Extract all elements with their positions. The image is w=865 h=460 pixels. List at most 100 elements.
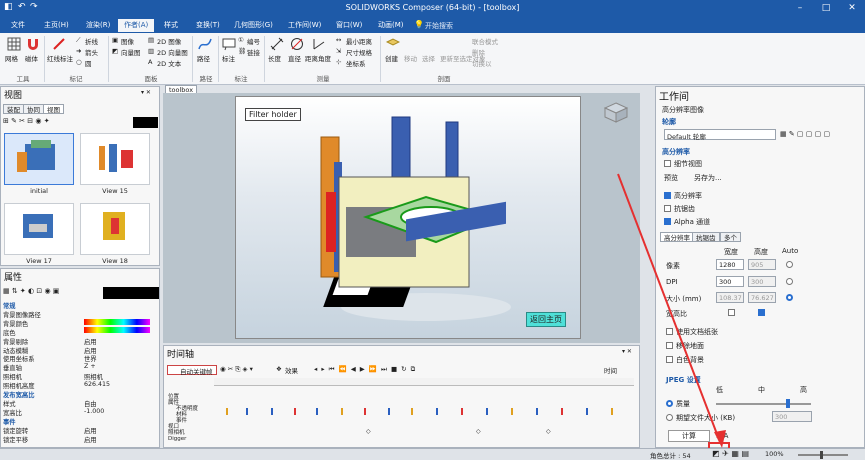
- base-color-swatch[interactable]: [84, 327, 150, 333]
- event-marker[interactable]: ◇: [476, 428, 481, 435]
- keyframe[interactable]: [461, 408, 463, 415]
- view-cube-icon[interactable]: [603, 101, 629, 123]
- grid-icon[interactable]: [7, 37, 21, 51]
- property-value[interactable]: 启用: [84, 435, 97, 444]
- image-button[interactable]: 图像: [121, 36, 134, 46]
- redline-icon[interactable]: [52, 37, 66, 51]
- detail-view-checkbox[interactable]: [664, 160, 671, 167]
- effects-icon[interactable]: ❖: [276, 365, 282, 375]
- quality-slider-thumb[interactable]: [786, 399, 790, 408]
- keyframe[interactable]: [411, 408, 413, 415]
- menu-home[interactable]: 主页(H): [38, 19, 75, 32]
- min-distance-icon[interactable]: ↔: [336, 36, 341, 44]
- auto-dpi-radio[interactable]: [786, 278, 793, 285]
- search-box[interactable]: 开始搜索: [425, 21, 453, 31]
- create-cut-button[interactable]: 创建: [385, 53, 398, 63]
- keyframe[interactable]: [536, 408, 538, 415]
- zoom-slider[interactable]: [798, 454, 848, 456]
- min-distance-button[interactable]: 最小距离: [346, 36, 372, 46]
- keyframe[interactable]: [586, 408, 588, 415]
- coordinate-icon[interactable]: ⊹: [336, 58, 341, 66]
- menu-author[interactable]: 作者(A): [118, 19, 155, 32]
- keyframe[interactable]: [388, 408, 390, 415]
- image-icon[interactable]: ▣: [112, 36, 118, 44]
- auto-pixels-radio[interactable]: [786, 261, 793, 268]
- polyline-icon[interactable]: ⟋: [76, 36, 81, 45]
- create-cut-icon[interactable]: [386, 37, 400, 51]
- return-home-button[interactable]: 返回主页: [526, 312, 566, 327]
- keyframe[interactable]: [486, 408, 488, 415]
- keyframe[interactable]: [561, 408, 563, 415]
- view-toolbar-icons[interactable]: ⊞ ✎ ✂ ⊟ ◉ ✦: [3, 117, 50, 125]
- close-button[interactable]: ✕: [839, 0, 865, 17]
- thumbnail-view18[interactable]: [80, 203, 150, 255]
- profile-tools[interactable]: ▦ ✎ ▢ ▢ ▢ ▢: [780, 130, 830, 138]
- playback-controls[interactable]: ◂ ▸ ⏮ ⏪ ◀ ▶ ⏩ ⏭ ■ ↻ ⧉: [314, 365, 449, 375]
- keyframe[interactable]: [364, 408, 366, 415]
- arrow-icon[interactable]: ➜: [76, 47, 81, 55]
- maximize-button[interactable]: □: [813, 0, 839, 17]
- magnet-icon[interactable]: [26, 37, 40, 51]
- 2d-text-icon[interactable]: A: [148, 58, 152, 66]
- keyframe[interactable]: [226, 408, 228, 415]
- menu-file[interactable]: 文件: [5, 19, 31, 32]
- menu-animation[interactable]: 动画(M): [372, 19, 410, 32]
- property-value[interactable]: -1.000: [84, 408, 104, 415]
- event-marker[interactable]: ◇: [546, 428, 551, 435]
- coordinate-button[interactable]: 坐标系: [346, 58, 366, 68]
- polyline-button[interactable]: 折线: [85, 36, 98, 46]
- render-area[interactable]: Filter holder 返回主页: [235, 96, 581, 339]
- 2d-vector-button[interactable]: 2D 向量图: [157, 47, 188, 57]
- menu-render[interactable]: 渲染(R): [80, 19, 116, 32]
- vector-image-button[interactable]: 向量图: [121, 47, 141, 57]
- minimize-button[interactable]: –: [787, 0, 813, 17]
- redline-button[interactable]: 红线标注: [47, 53, 73, 63]
- status-icons[interactable]: ◩ ✈ ▦ ▤: [712, 449, 749, 458]
- circle-button[interactable]: 圆: [85, 58, 92, 68]
- menu-geometry[interactable]: 几何图形(G): [228, 19, 279, 32]
- link-icon[interactable]: ⛓: [238, 47, 246, 55]
- length-icon[interactable]: [270, 37, 284, 51]
- profile-select[interactable]: Default 轮廓: [664, 129, 776, 141]
- aspect-lock-checkbox[interactable]: [758, 309, 765, 316]
- path-icon[interactable]: [198, 37, 212, 51]
- path-button[interactable]: 路径: [197, 53, 210, 63]
- properties-toolbar-icons[interactable]: ▦ ⇅ ✦ ◐ ⊡ ◉ ▣: [3, 287, 59, 295]
- number-button[interactable]: 编号: [247, 36, 260, 46]
- time-ruler[interactable]: [214, 378, 634, 386]
- property-value[interactable]: 世界: [84, 354, 97, 363]
- keyframe[interactable]: [246, 408, 248, 415]
- bg-color-swatch[interactable]: [84, 319, 150, 325]
- keyframe[interactable]: [341, 408, 343, 415]
- menu-style[interactable]: 样式: [158, 19, 184, 32]
- property-value[interactable]: 启用: [84, 426, 97, 435]
- pin-icon[interactable]: ▾ ✕: [141, 89, 151, 96]
- menu-window[interactable]: 窗口(W): [330, 19, 368, 32]
- effects-button[interactable]: 效果: [285, 365, 298, 375]
- timeline-tools[interactable]: ◉ ✂ ⎘ ◈ ▾: [220, 365, 270, 375]
- zoom-slider-thumb[interactable]: [820, 451, 823, 459]
- 3d-viewport[interactable]: Filter holder 返回主页: [163, 93, 640, 343]
- distance-angle-button[interactable]: 距离角度: [305, 53, 331, 63]
- auto-mm-radio[interactable]: [786, 294, 793, 301]
- thumbnail-view17[interactable]: [4, 203, 74, 255]
- circle-icon[interactable]: ○: [76, 58, 82, 66]
- diameter-button[interactable]: 直径: [288, 53, 301, 63]
- event-marker[interactable]: ◇: [366, 428, 371, 435]
- keyframe[interactable]: [511, 408, 513, 415]
- tab-assembly[interactable]: 装配: [3, 104, 24, 114]
- 2d-image-icon[interactable]: ▤: [148, 36, 154, 44]
- thumbnail-view15[interactable]: [80, 133, 150, 185]
- keyframe[interactable]: [316, 408, 318, 415]
- keyframe[interactable]: [271, 408, 273, 415]
- property-value[interactable]: 启用: [84, 337, 97, 346]
- grid-button[interactable]: 网格: [5, 53, 18, 63]
- tab-views[interactable]: 视图: [43, 104, 64, 114]
- magnet-button[interactable]: 磁体: [25, 53, 38, 63]
- property-value[interactable]: Z +: [84, 363, 96, 370]
- menu-transform[interactable]: 变换(T): [190, 19, 226, 32]
- property-value[interactable]: 照相机: [84, 372, 103, 381]
- property-value[interactable]: 626.415: [84, 381, 110, 388]
- tab-collab[interactable]: 协同: [23, 104, 44, 114]
- keyframe[interactable]: [436, 408, 438, 415]
